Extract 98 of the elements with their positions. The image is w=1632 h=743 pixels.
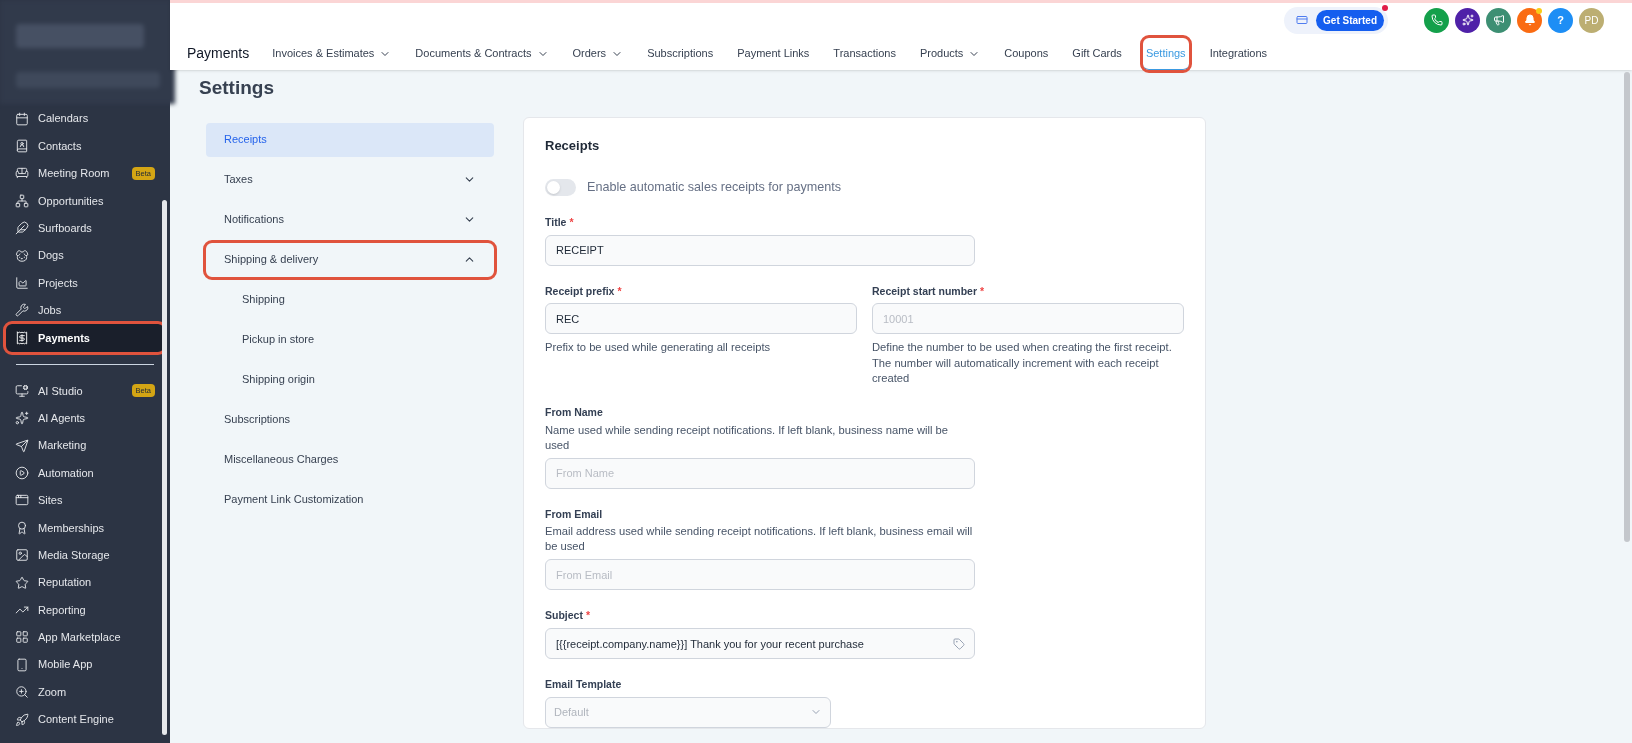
field-label: From Email [545, 506, 603, 522]
calendar-icon [15, 111, 29, 126]
get-started-button[interactable]: Get Started [1316, 9, 1384, 31]
nav-tab[interactable]: Products [916, 40, 984, 67]
award-icon [15, 520, 29, 535]
rocket-icon [15, 712, 29, 727]
sparkles-icon [15, 411, 29, 426]
sidebar-item[interactable]: Mobile App [6, 651, 164, 679]
bell-icon [1523, 14, 1536, 26]
sidebar-item[interactable]: Content Engine [6, 705, 164, 734]
dog-icon [15, 248, 29, 263]
card-icon [1296, 14, 1309, 26]
nav-tab[interactable]: Integrations [1206, 40, 1271, 67]
nav-tab[interactable]: Payment Links [734, 40, 813, 67]
sofa-icon [15, 166, 29, 181]
settings-menu-item[interactable]: Notifications [206, 202, 494, 237]
required-mark: * [617, 283, 622, 299]
field-label: Receipt start number [872, 283, 978, 299]
sidebar-item[interactable]: Reporting [6, 596, 164, 624]
settings-submenu-item[interactable]: Pickup in store [206, 322, 494, 357]
settings-menu-item[interactable]: Shipping & delivery [206, 242, 494, 277]
text-field[interactable]: RECEIPT [545, 234, 975, 266]
field-description: Email address used while sending receipt notifications. If left blank, business email will be used [545, 524, 974, 555]
sidebar-item[interactable]: Reputation [6, 568, 164, 597]
window-icon [15, 493, 29, 508]
page-title: Settings [199, 76, 275, 100]
text-field[interactable]: From Email [545, 559, 975, 591]
field-help: Prefix to be used while generating all receipts [545, 340, 772, 356]
text-field[interactable]: From Name [545, 457, 975, 489]
receipt-icon [15, 331, 29, 346]
section-title: Payments [187, 44, 250, 63]
image-icon [15, 548, 29, 563]
field-label: Subject [545, 608, 583, 624]
field-label: Email Template [545, 677, 622, 693]
required-mark: * [569, 214, 574, 230]
text-field[interactable]: REC [545, 303, 857, 335]
tools-icon [15, 303, 29, 318]
sidebar-item[interactable]: Projects [6, 269, 164, 297]
megaphone-icon [1492, 14, 1505, 26]
sidebar-item[interactable]: Dogs [6, 241, 164, 270]
settings-menu-item[interactable]: Receipts [206, 122, 494, 157]
toggle-label: Enable automatic sales receipts for payments [587, 179, 842, 196]
nav-tab[interactable]: Transactions [830, 40, 899, 67]
nav-tab[interactable]: Orders [569, 40, 627, 67]
sidebar-item[interactable]: AI Agents [6, 404, 164, 432]
settings-menu-item[interactable]: Payment Link Customization [206, 482, 494, 517]
nav-tab[interactable]: Subscriptions [644, 40, 717, 67]
card-title: Receipts [545, 136, 601, 155]
sidebar-item[interactable]: Memberships [6, 514, 164, 542]
sidebar-item[interactable]: Sites [6, 486, 164, 515]
settings-menu-item[interactable]: Miscellaneous Charges [206, 442, 494, 477]
field-label: Title [545, 214, 567, 230]
field-label: Receipt prefix [545, 283, 615, 299]
text-field[interactable]: 10001 [872, 303, 1184, 335]
grid-icon [15, 630, 29, 645]
zoom-icon [15, 685, 29, 700]
settings-submenu-item[interactable]: Shipping origin [206, 362, 494, 397]
tag-icon[interactable] [953, 638, 965, 651]
field-help: Define the number to be used when creating the first receipt. The number will automatically increment with each receipt created [872, 340, 1173, 387]
nav-tab[interactable]: Coupons [1001, 40, 1052, 67]
get-started-pill[interactable]: Get Started [1284, 6, 1388, 34]
nav-tab[interactable]: Invoices & Estimates [269, 40, 395, 67]
sparkles-icon [1461, 14, 1474, 26]
star-icon [15, 575, 29, 590]
sidebar-item[interactable]: Payments [6, 324, 164, 353]
monitor-icon [15, 383, 29, 398]
sidebar-item[interactable]: Surfboards [6, 214, 164, 242]
sidebar-item[interactable]: Opportunities [6, 187, 164, 215]
notifications-button[interactable] [1517, 7, 1542, 33]
settings-submenu-item[interactable]: Shipping [206, 282, 494, 317]
sidebar-item[interactable]: Calendars [6, 105, 164, 133]
announcements-button[interactable] [1486, 7, 1511, 33]
network-icon [15, 193, 29, 208]
field-label: From Name [545, 404, 603, 420]
sidebar-item[interactable]: App Marketplace [6, 623, 164, 652]
nav-tab[interactable]: Gift Cards [1069, 40, 1125, 67]
toggle-switch[interactable] [545, 178, 576, 196]
sidebar-item[interactable]: Media Storage [6, 541, 164, 569]
phone-icon [1430, 14, 1443, 26]
nav-tab[interactable]: Documents & Contracts [412, 40, 552, 67]
phone-icon [15, 657, 29, 672]
settings-menu-item[interactable]: Taxes [206, 162, 494, 197]
phone-button[interactable] [1424, 7, 1449, 33]
subject-field[interactable]: [{{receipt.company.name}}] Thank you for your recent purchase [545, 628, 975, 660]
address-book-icon [15, 139, 29, 154]
sidebar-item[interactable]: Jobs [6, 296, 164, 325]
chart-icon [15, 276, 29, 291]
required-mark: * [980, 283, 985, 299]
sidebar-item[interactable]: Marketing [6, 431, 164, 460]
settings-menu-item[interactable]: Subscriptions [206, 402, 494, 437]
required-mark: * [585, 608, 591, 624]
send-icon [15, 438, 29, 453]
ai-button[interactable] [1455, 7, 1480, 33]
field-description: Name used while sending receipt notifications. If left blank, business name will be used [545, 422, 949, 453]
sidebar-item[interactable]: Automation [6, 459, 164, 487]
play-icon [15, 466, 29, 480]
sidebar-item[interactable]: Zoom [6, 678, 164, 706]
sidebar-item[interactable]: Contacts [6, 132, 164, 160]
